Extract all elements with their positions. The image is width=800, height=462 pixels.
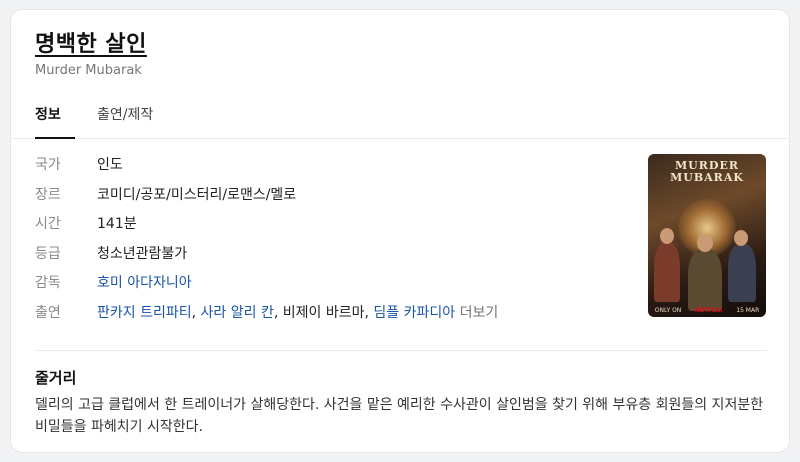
country-label: 국가	[35, 157, 61, 173]
poster-figure-head	[660, 228, 674, 244]
poster-title-line: MUBARAK	[670, 171, 744, 184]
tab-bar: 정보 출연/제작	[11, 98, 789, 139]
cast-name: 비제이 바르마	[282, 304, 365, 321]
movie-info-card: 명백한 살인 Murder Mubarak 정보 출연/제작 국가 인도 장르 …	[10, 9, 790, 453]
cast-separator: ,	[273, 304, 283, 321]
movie-title-link[interactable]: 명백한 살인	[35, 26, 147, 58]
cast-value: 판카지 트리파티, 사라 알리 칸, 비제이 바르마, 딤플 카파디아 더보기	[97, 303, 498, 323]
original-title: Murder Mubarak	[35, 63, 142, 78]
poster-figure	[688, 249, 722, 311]
cast-link[interactable]: 판카지 트리파티	[97, 305, 192, 321]
genre-value: 코미디/공포/미스터리/로맨스/멜로	[97, 186, 297, 203]
cast-more-link[interactable]: 더보기	[460, 305, 499, 321]
runtime-label: 시간	[35, 216, 61, 232]
runtime-value: 141분	[97, 216, 137, 232]
synopsis-heading: 줄거리	[35, 369, 77, 387]
director-label: 감독	[35, 275, 61, 291]
poster-footer: ONLY ON NETFLIX 15 MAR	[648, 307, 766, 314]
poster-footer-left: ONLY ON	[654, 307, 682, 314]
poster-figure-head	[697, 234, 713, 252]
poster-figure-head	[734, 230, 748, 246]
director-link[interactable]: 호미 아다자니아	[97, 275, 192, 291]
country-value: 인도	[97, 157, 123, 173]
poster-title: MURDER MUBARAK	[648, 160, 766, 184]
poster-figure	[728, 244, 756, 302]
director-value: 호미 아다자니아	[97, 273, 192, 293]
poster-release-date: 15 MAR	[736, 307, 760, 314]
poster-figure	[654, 242, 680, 302]
cast-label: 출연	[35, 304, 61, 321]
section-divider	[35, 350, 767, 351]
cast-link[interactable]: 사라 알리 칸	[201, 305, 274, 321]
cast-separator: ,	[191, 304, 201, 321]
tab-cast-crew[interactable]: 출연/제작	[97, 104, 153, 137]
rating-value: 청소년관람불가	[97, 245, 188, 262]
genre-label: 장르	[35, 186, 61, 203]
tab-info[interactable]: 정보	[35, 104, 75, 139]
movie-poster[interactable]: MURDER MUBARAK ONLY ON NETFLIX 15 MAR	[648, 154, 766, 317]
poster-brand: NETFLIX	[694, 307, 723, 314]
synopsis-text: 델리의 고급 클럽에서 한 트레이너가 살해당한다. 사건을 맡은 예리한 수사…	[35, 397, 764, 435]
cast-link[interactable]: 딤플 카파디아	[373, 305, 455, 321]
rating-label: 등급	[35, 245, 61, 262]
